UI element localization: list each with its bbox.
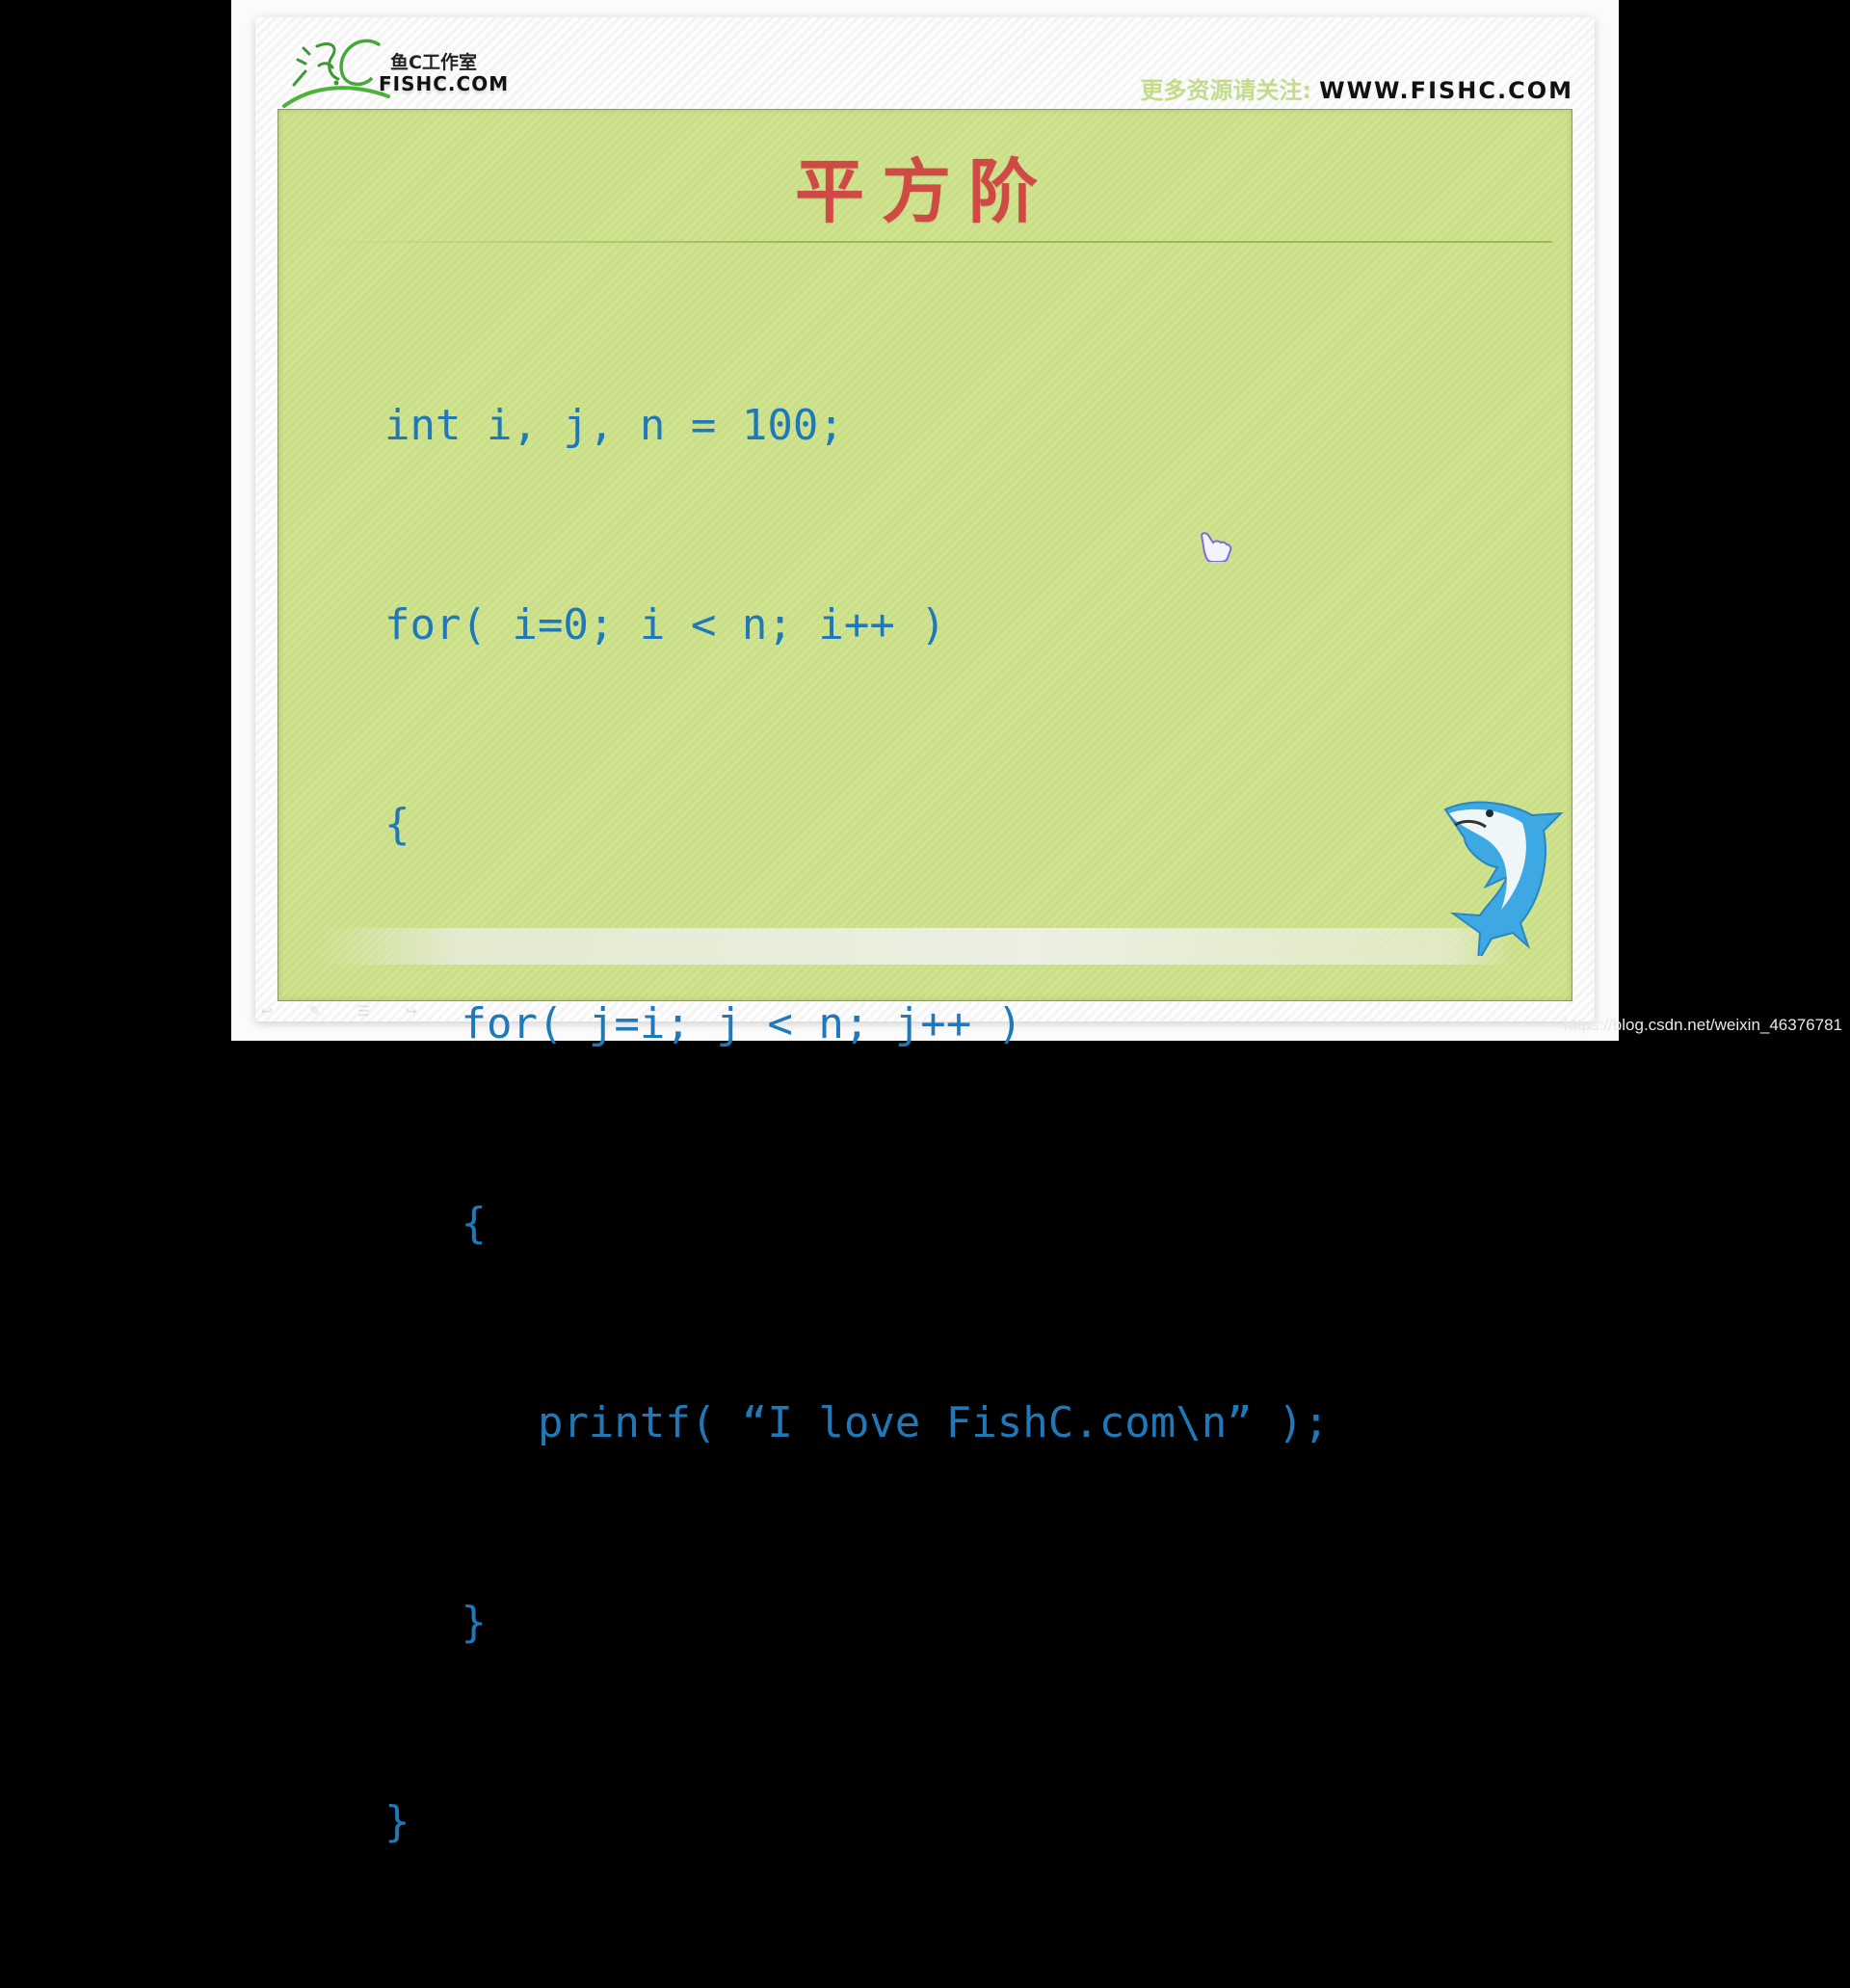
code-line: printf( “I love FishC.com\n” ); [384,1398,1330,1447]
hand-cursor-icon [1200,532,1232,562]
code-line: { [384,800,410,849]
code-line: for( j=i; j < n; j++ ) [384,999,1023,1048]
code-line: { [384,1199,487,1248]
slide-toolbar: ↩ ✎ ☰ ↪ [261,1004,427,1020]
website-link[interactable]: WWW.FISHC.COM [1319,77,1573,104]
menu-icon[interactable]: ☰ [357,1004,379,1020]
previous-icon[interactable]: ↩ [261,1004,282,1020]
next-icon[interactable]: ↪ [406,1004,427,1020]
follow-label: 更多资源请关注: [1140,77,1312,104]
highlight-bar [317,928,1514,965]
follow-banner: 更多资源请关注: WWW.FISHC.COM [1140,71,1573,105]
pen-icon[interactable]: ✎ [309,1004,330,1020]
logo-chinese-text: 鱼C工作室 [390,52,477,73]
code-line: } [384,1797,410,1846]
fishc-logo-icon [282,39,390,108]
slide-title: 平方阶 [794,150,1055,232]
code-line: int i, j, n = 100; [384,401,844,450]
code-line: for( i=0; i < n; i++ ) [384,600,946,649]
slide: 鱼C工作室 FISHC.COM 更多资源请关注: WWW.FISHC.COM 平… [231,0,1619,1846]
title-divider [317,241,1552,243]
code-line: } [384,1598,487,1647]
code-block: int i, j, n = 100; for( i=0; i < n; i++ … [384,259,1329,1988]
content-panel: 平方阶 int i, j, n = 100; for( i=0; i < n; … [278,109,1572,1846]
slide-frame: 鱼C工作室 FISHC.COM 更多资源请关注: WWW.FISHC.COM 平… [255,17,1595,1846]
fishc-logo: 鱼C工作室 FISHC.COM [275,27,510,114]
logo-english-text: FISHC.COM [379,72,510,95]
shark-mascot-icon [1443,801,1564,956]
csdn-watermark: https://blog.csdn.net/weixin_46376781 [1563,1016,1842,1034]
